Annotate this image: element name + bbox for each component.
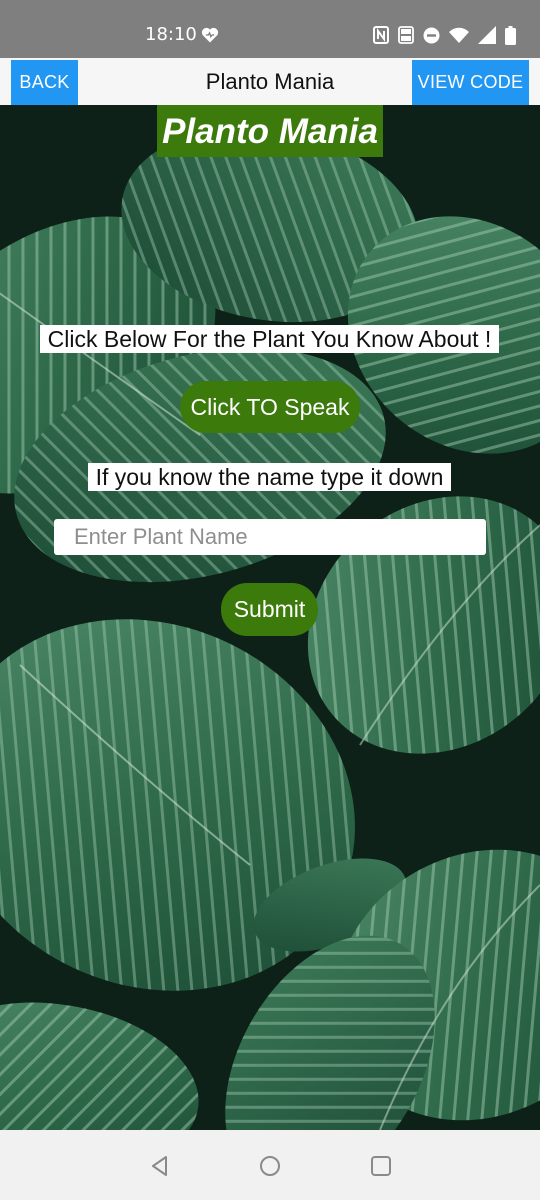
system-nav-bar xyxy=(0,1130,540,1200)
type-prompt-label: If you know the name type it down xyxy=(88,463,451,491)
app-bar: Planto Mania BACK VIEW CODE xyxy=(0,58,540,105)
status-icons xyxy=(373,24,516,46)
heart-icon xyxy=(201,27,219,43)
back-button[interactable]: BACK xyxy=(11,60,78,105)
plant-name-input[interactable] xyxy=(54,519,486,555)
view-code-button[interactable]: VIEW CODE xyxy=(412,60,529,105)
submit-button[interactable]: Submit xyxy=(221,583,318,636)
status-time: 18:10 xyxy=(145,24,197,45)
signal-icon xyxy=(478,26,496,44)
nfc-icon xyxy=(373,26,389,44)
main-content: Planto Mania Click Below For the Plant Y… xyxy=(0,105,540,1130)
brand-title: Planto Mania xyxy=(157,105,383,157)
dnd-icon xyxy=(423,27,440,44)
click-to-speak-button[interactable]: Click TO Speak xyxy=(180,381,360,433)
recents-square-icon[interactable] xyxy=(369,1154,393,1178)
battery-icon xyxy=(505,25,516,45)
wifi-icon xyxy=(449,27,469,43)
back-triangle-icon[interactable] xyxy=(148,1154,172,1178)
status-bar: 18:10 xyxy=(0,0,540,58)
home-circle-icon[interactable] xyxy=(258,1154,282,1178)
voice-prompt-label: Click Below For the Plant You Know About… xyxy=(40,325,499,353)
volte-icon xyxy=(398,26,414,44)
